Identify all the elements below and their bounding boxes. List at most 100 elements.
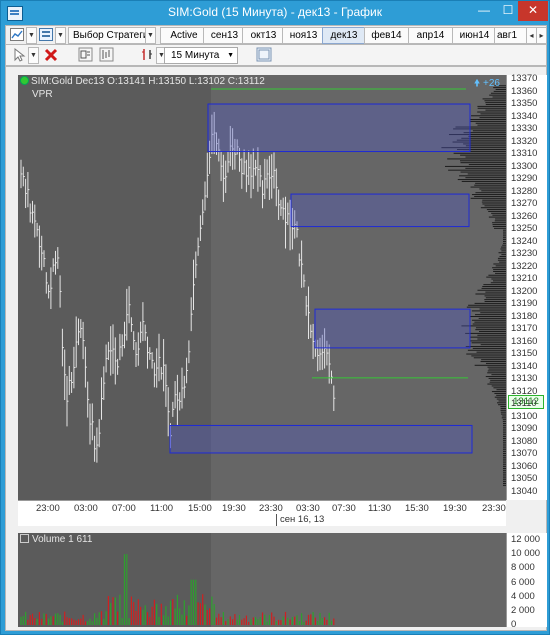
price-tick-label: 13140 — [511, 360, 538, 372]
volume-header: Volume 1 611 — [20, 534, 92, 545]
strategy-button[interactable]: Выбор Стратегии — [68, 27, 150, 44]
volume-axis[interactable]: 12 000 10 000 8 000 6 000 4 000 2 000 0 — [506, 533, 547, 630]
chart-toolbar: ▼ ▼ 15 Минута ▼ — [5, 44, 547, 66]
time-tick-label: 15:30 — [405, 503, 429, 514]
cursor-icon[interactable] — [12, 48, 26, 62]
strategy-dropdown[interactable]: ▼ — [145, 27, 156, 44]
volume-tick-label: 10 000 — [511, 548, 541, 560]
time-axis[interactable]: 23:00 03:00 07:00 11:00 15:00 19:30 23:30 03:30… — [18, 500, 506, 515]
tab-dec13[interactable]: дек13 — [322, 27, 366, 44]
price-tick-label: 13280 — [511, 185, 538, 197]
chart-style-icon[interactable] — [10, 28, 24, 41]
volume-tick-label: 2 000 — [511, 604, 535, 616]
interval-value: 15 Минута — [171, 50, 220, 61]
tab-jun14[interactable]: июн14 — [452, 27, 497, 44]
price-tick-label: 13230 — [511, 248, 538, 260]
price-tick-label: 13240 — [511, 235, 538, 247]
price-tick-label: 13190 — [511, 298, 538, 310]
date-label: сен 16, 13 — [280, 514, 325, 525]
price-tick-label: 13090 — [511, 423, 538, 435]
price-tick-label: 13170 — [511, 323, 538, 335]
price-tick-label: 13110 — [511, 398, 537, 410]
volume-tick-label: 8 000 — [511, 562, 535, 574]
volume-zone — [290, 193, 470, 228]
volume-zone — [314, 308, 471, 349]
indicator-label: VPR — [32, 89, 53, 100]
volume-tick-label: 6 000 — [511, 576, 535, 588]
price-tick-label: 13250 — [511, 223, 538, 235]
instrument-toolbar: ▼ ▼ Выбор Стратегии ▼ Active сен13 окт13… — [5, 25, 547, 45]
volume-tick-label: 0 — [511, 619, 517, 630]
tab-active[interactable]: Active — [160, 27, 208, 44]
data-series-icon[interactable] — [99, 47, 114, 62]
volume-zone — [207, 103, 471, 153]
maximize-button[interactable]: ☐ — [496, 1, 520, 21]
delete-drawings-icon[interactable] — [44, 48, 58, 62]
scroll-indicator[interactable]: 🠝 +26 — [474, 76, 500, 93]
volume-session-shade — [211, 533, 506, 627]
template-icon[interactable] — [39, 28, 53, 41]
tab-apr14[interactable]: апр14 — [408, 27, 453, 44]
tab-aug14[interactable]: авг1 — [494, 27, 529, 44]
price-tick-label: 13060 — [511, 460, 538, 472]
price-tick-label: 13180 — [511, 310, 538, 322]
price-tick-label: 13160 — [511, 335, 538, 347]
chart-window: SIM:Gold (15 Минута) - дек13 - График — … — [0, 0, 550, 635]
time-tick-label: 19:30 — [222, 503, 246, 514]
price-tick-label: 13100 — [511, 410, 538, 422]
time-tick-label: 07:00 — [112, 503, 136, 514]
price-tick-label: 13050 — [511, 473, 538, 485]
price-axis[interactable]: 13112 13370 13360 13350 13340 13330 13320 1331… — [506, 73, 547, 500]
minimize-button[interactable]: — — [472, 1, 496, 21]
tab-oct13[interactable]: окт13 — [242, 27, 285, 44]
chevron-down-icon: ▼ — [227, 52, 234, 59]
tab-nov13[interactable]: ноя13 — [282, 27, 325, 44]
chart-style-dropdown[interactable]: ▼ — [26, 27, 37, 44]
pin-icon — [20, 534, 29, 543]
tab-feb14[interactable]: фев14 — [364, 27, 409, 44]
close-button[interactable]: ✕ — [518, 1, 548, 21]
price-tick-label: 13070 — [511, 448, 538, 460]
interval-selector[interactable]: 15 Минута ▼ — [164, 47, 238, 64]
price-tick-label: 13040 — [511, 485, 538, 497]
instrument-info: SIM:Gold Dec13 O:13141 H:13150 L:13102 C… — [20, 76, 265, 87]
time-tick-label: 15:00 — [188, 503, 212, 514]
date-row: сен 16, 13 — [18, 514, 506, 526]
window-layout-icon[interactable] — [256, 47, 272, 62]
date-separator — [276, 514, 277, 526]
price-tick-label: 13260 — [511, 210, 538, 222]
time-tick-label: 03:30 — [296, 503, 320, 514]
tab-scroll-right[interactable]: ▸ — [536, 27, 547, 44]
price-tick-label: 13370 — [511, 73, 538, 84]
price-tick-label: 13360 — [511, 85, 538, 97]
time-tick-label: 19:30 — [443, 503, 467, 514]
price-tick-label: 13330 — [511, 123, 538, 135]
volume-tick-label: 4 000 — [511, 590, 535, 602]
price-tick-label: 13270 — [511, 198, 538, 210]
time-tick-label: 23:30 — [482, 503, 506, 514]
price-tick-label: 13150 — [511, 348, 538, 360]
data-box-icon[interactable] — [78, 47, 93, 62]
tab-sep13[interactable]: сен13 — [203, 27, 246, 44]
price-tick-label: 13130 — [511, 373, 538, 385]
volume-chart — [20, 533, 506, 627]
volume-zone — [169, 424, 473, 454]
title-bar[interactable]: SIM:Gold (15 Минута) - дек13 - График — … — [1, 1, 549, 25]
price-tick-label: 13290 — [511, 173, 538, 185]
bar-type-icon[interactable] — [140, 47, 155, 62]
time-tick-label: 11:30 — [368, 503, 392, 514]
price-tick-label: 13310 — [511, 148, 538, 160]
time-tick-label: 07:30 — [332, 503, 356, 514]
price-chart — [20, 75, 506, 500]
price-pane[interactable]: SIM:Gold Dec13 O:13141 H:13150 L:13102 C… — [18, 75, 506, 500]
template-dropdown[interactable]: ▼ — [55, 27, 66, 44]
price-tick-label: 13200 — [511, 285, 538, 297]
time-tick-label: 23:30 — [259, 503, 283, 514]
volume-pane[interactable]: Volume 1 611 — [18, 533, 506, 627]
price-tick-label: 13210 — [511, 273, 538, 285]
price-tick-label: 13350 — [511, 98, 538, 109]
volume-tick-label: 12 000 — [511, 534, 541, 545]
cursor-dropdown[interactable]: ▼ — [28, 47, 39, 64]
price-tick-label: 13300 — [511, 160, 538, 172]
up-arrow-icon: 🠝 — [473, 78, 481, 89]
